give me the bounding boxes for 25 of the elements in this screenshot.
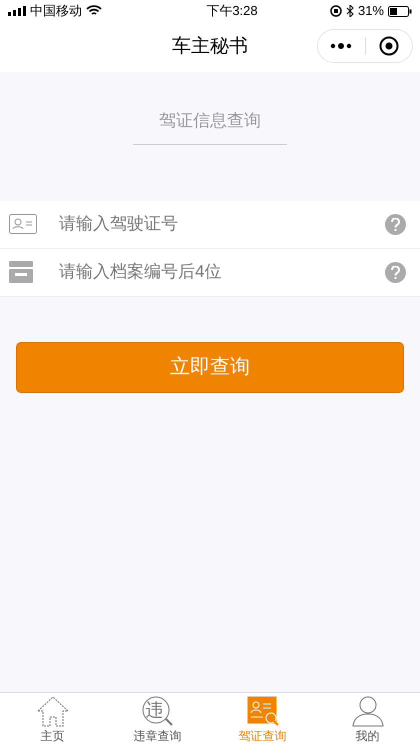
battery-percent: 31%	[358, 2, 384, 20]
id-card-icon	[9, 214, 37, 234]
wifi-icon	[86, 5, 102, 17]
question-mark-icon	[391, 218, 400, 230]
icon-character: 违	[146, 699, 164, 721]
question-mark-icon	[391, 266, 400, 278]
input-field[interactable]: 请输入驾驶证号	[59, 211, 385, 237]
signal-icon	[8, 6, 26, 16]
tab-bar-item[interactable]: 违 违章查询	[105, 693, 210, 747]
target-icon	[378, 36, 399, 56]
house-icon	[36, 695, 70, 727]
rotation-lock-icon	[330, 5, 342, 17]
battery-icon	[388, 6, 412, 16]
person-icon	[350, 695, 384, 727]
section-heading: 驾证信息查询	[133, 108, 287, 144]
tab-bar-item[interactable]: 主页	[0, 693, 105, 747]
page-title: 车主秘书	[172, 34, 248, 59]
clock-time: 下午3:28	[206, 2, 258, 20]
more-icon	[330, 43, 352, 49]
carrier-name: 中国移动	[30, 2, 82, 20]
drawer-icon	[9, 261, 33, 283]
id-card-search-icon	[246, 695, 280, 727]
tab-bar-item[interactable]: 我的	[315, 693, 420, 747]
input-field[interactable]: 请输入档案编号后4位	[59, 259, 385, 285]
bluetooth-icon	[346, 5, 354, 17]
